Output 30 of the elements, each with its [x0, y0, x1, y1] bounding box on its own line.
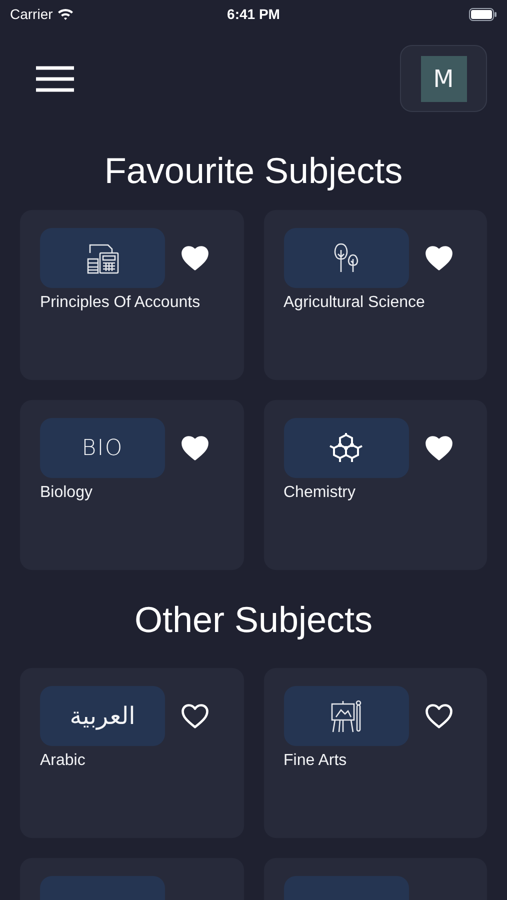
subject-name: Chemistry: [284, 483, 357, 503]
subject-card[interactable]: Agricultural Science: [264, 210, 487, 380]
subject-card[interactable]: Chemistry: [264, 400, 487, 570]
battery-icon: [468, 8, 497, 20]
subject-card[interactable]: Principles Of Accounts: [20, 210, 244, 380]
subject-name: Fine Arts: [284, 751, 348, 771]
status-time: 6:41 PM: [227, 4, 280, 24]
profile-button[interactable]: M: [400, 45, 487, 112]
subject-name: Agricultural Science: [284, 293, 426, 313]
subject-card[interactable]: Fine Arts: [264, 668, 487, 838]
filled-heart-icon[interactable]: [424, 435, 452, 461]
avatar: M: [420, 56, 466, 102]
hexagon-molecule-icon: [329, 433, 363, 463]
filled-heart-icon[interactable]: [181, 245, 209, 271]
arabic-script-icon: العربية: [70, 698, 136, 734]
easel-icon: [329, 699, 363, 733]
section-title: Other Subjects: [133, 598, 374, 642]
heart-outline-icon[interactable]: [424, 703, 452, 729]
bio-icon: BIO: [82, 432, 124, 464]
wifi-icon: [56, 8, 74, 20]
heart-outline-icon[interactable]: [181, 703, 209, 729]
subject-card[interactable]: BIO Biology: [20, 400, 244, 570]
filled-heart-icon[interactable]: [424, 245, 452, 271]
filled-heart-icon[interactable]: [181, 435, 209, 461]
subject-name: Biology: [40, 483, 94, 503]
subject-name: Arabic: [40, 751, 86, 771]
menu-icon[interactable]: [36, 66, 74, 92]
carrier-label: Carrier: [10, 4, 53, 24]
section-title: Favourite Subjects: [103, 149, 404, 193]
subject-name: Principles Of Accounts: [40, 293, 202, 313]
